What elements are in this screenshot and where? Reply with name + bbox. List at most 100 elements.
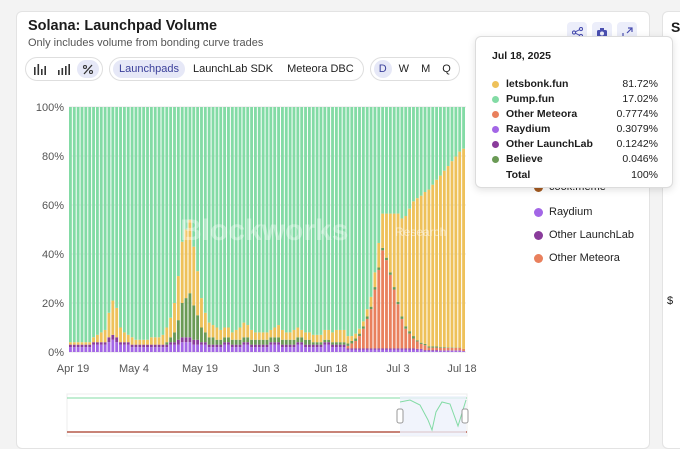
bar-segment-pumpfun (370, 107, 373, 297)
bar-segment-raydium (127, 345, 130, 352)
bar-segment-raydium (165, 347, 168, 352)
bar-segment-letsbonk (158, 337, 161, 344)
bar-segment-raydium (73, 347, 76, 352)
bar-segment-pumpfun (92, 107, 95, 337)
bar-segment-raydium (269, 345, 272, 352)
x-tick-label: May 4 (119, 363, 149, 375)
bar-segment-other_meteora (385, 260, 388, 348)
bar-segment-raydium (370, 350, 373, 352)
bar-segment-letsbonk (108, 313, 111, 338)
bar-segment-raydium (212, 347, 215, 352)
bar-segment-pumpfun (462, 107, 465, 149)
bar-segment-letsbonk (343, 330, 346, 342)
bar-segment-other_launchlab (412, 348, 415, 349)
bar-segment-letsbonk (131, 337, 134, 344)
bar-segment-raydium (146, 347, 149, 352)
bar-segment-raydium (169, 345, 172, 352)
bar-segment-letsbonk (454, 156, 457, 347)
bar-segment-raydium (158, 347, 161, 352)
bar-segment-raydium (119, 345, 122, 352)
bar-segment-letsbonk (169, 318, 172, 338)
bar-segment-other_launchlab (358, 348, 361, 349)
bar-segment-letsbonk (300, 330, 303, 337)
bar-segment-believe (231, 340, 234, 345)
bar-segment-believe (389, 272, 392, 274)
bar-segment-believe (316, 342, 319, 344)
bar-segment-pumpfun (424, 107, 427, 192)
bar-segment-raydium (273, 345, 276, 352)
bar-segment-raydium (408, 350, 411, 352)
bar-segment-pumpfun (84, 107, 87, 342)
bar-segment-pumpfun (73, 107, 76, 342)
bar-segment-other_launchlab (196, 340, 199, 345)
bar-segment-raydium (458, 351, 461, 352)
bar-segment-letsbonk (374, 272, 377, 287)
bar-segment-letsbonk (435, 180, 438, 347)
bar-segment-believe (185, 298, 188, 337)
bar-segment-raydium (96, 345, 99, 352)
bar-segment-raydium (308, 347, 311, 352)
bar-segment-other_meteora (389, 275, 392, 349)
bar-segment-letsbonk (277, 325, 280, 337)
watermark-subtext: Research (395, 225, 446, 239)
bar-segment-letsbonk (416, 198, 419, 340)
bar-segment-raydium (231, 347, 234, 352)
bar-segment-raydium (354, 350, 357, 352)
bar-segment-pumpfun (100, 107, 103, 332)
bar-segment-other_launchlab (135, 345, 138, 347)
tooltip-swatch (492, 81, 499, 88)
y-tick-label: 80% (42, 151, 64, 163)
bar-segment-believe (420, 343, 423, 344)
bar-segment-other_launchlab (169, 342, 172, 344)
bar-segment-pumpfun (177, 107, 180, 276)
bar-segment-other_meteora (408, 334, 411, 349)
y-tick-label: 20% (42, 298, 64, 310)
x-tick-label: Jun 18 (314, 363, 347, 375)
bar-segment-letsbonk (73, 342, 76, 344)
y-tick-label: 40% (42, 249, 64, 261)
bar-segment-other_launchlab (416, 349, 419, 350)
bar-segment-raydium (204, 345, 207, 352)
bar-segment-other_launchlab (393, 348, 396, 349)
bar-segment-raydium (385, 350, 388, 352)
bar-segment-raydium (84, 347, 87, 352)
bar-segment-other_launchlab (162, 345, 165, 347)
bar-segment-pumpfun (154, 107, 157, 337)
bar-segment-raydium (69, 347, 72, 352)
bar-segment-other_launchlab (350, 348, 353, 349)
bar-segment-raydium (281, 347, 284, 352)
bar-segment-pumpfun (111, 107, 114, 301)
bar-segment-pumpfun (431, 107, 434, 185)
x-tick-label: Apr 19 (57, 363, 89, 375)
bar-segment-other_launchlab (327, 342, 330, 344)
chart-tooltip: Jul 18, 2025 letsbonk.fun 81.72% Pump.fu… (475, 36, 673, 188)
bar-segment-other_launchlab (165, 345, 168, 347)
bar-segment-believe (439, 347, 442, 348)
bar-segment-raydium (300, 345, 303, 352)
bar-segment-pumpfun (88, 107, 91, 342)
bar-segment-raydium (266, 347, 269, 352)
bar-segment-letsbonk (335, 330, 338, 342)
bar-segment-letsbonk (200, 298, 203, 327)
bar-segment-believe (300, 337, 303, 342)
tooltip-series-name: Other LaunchLab (506, 138, 617, 150)
bar-segment-other_meteora (354, 341, 357, 348)
bar-segment-other_launchlab (308, 345, 311, 347)
bar-segment-letsbonk (196, 271, 199, 315)
bar-segment-raydium (142, 347, 145, 352)
tooltip-row: Other Meteora 0.7774% (492, 107, 658, 121)
bar-segment-other_launchlab (296, 342, 299, 344)
bar-segment-other_meteora (427, 348, 430, 350)
bar-segment-letsbonk (239, 328, 242, 340)
bar-segment-raydium (323, 345, 326, 352)
bar-segment-believe (181, 303, 184, 337)
bar-segment-raydium (335, 347, 338, 352)
bar-segment-letsbonk (439, 176, 442, 348)
bar-segment-other_launchlab (111, 335, 114, 340)
bar-segment-raydium (424, 351, 427, 352)
bar-segment-letsbonk (320, 335, 323, 342)
bar-segment-pumpfun (389, 107, 392, 214)
bar-segment-believe (374, 287, 377, 289)
bar-segment-other_launchlab (420, 349, 423, 350)
bar-segment-letsbonk (462, 149, 465, 349)
